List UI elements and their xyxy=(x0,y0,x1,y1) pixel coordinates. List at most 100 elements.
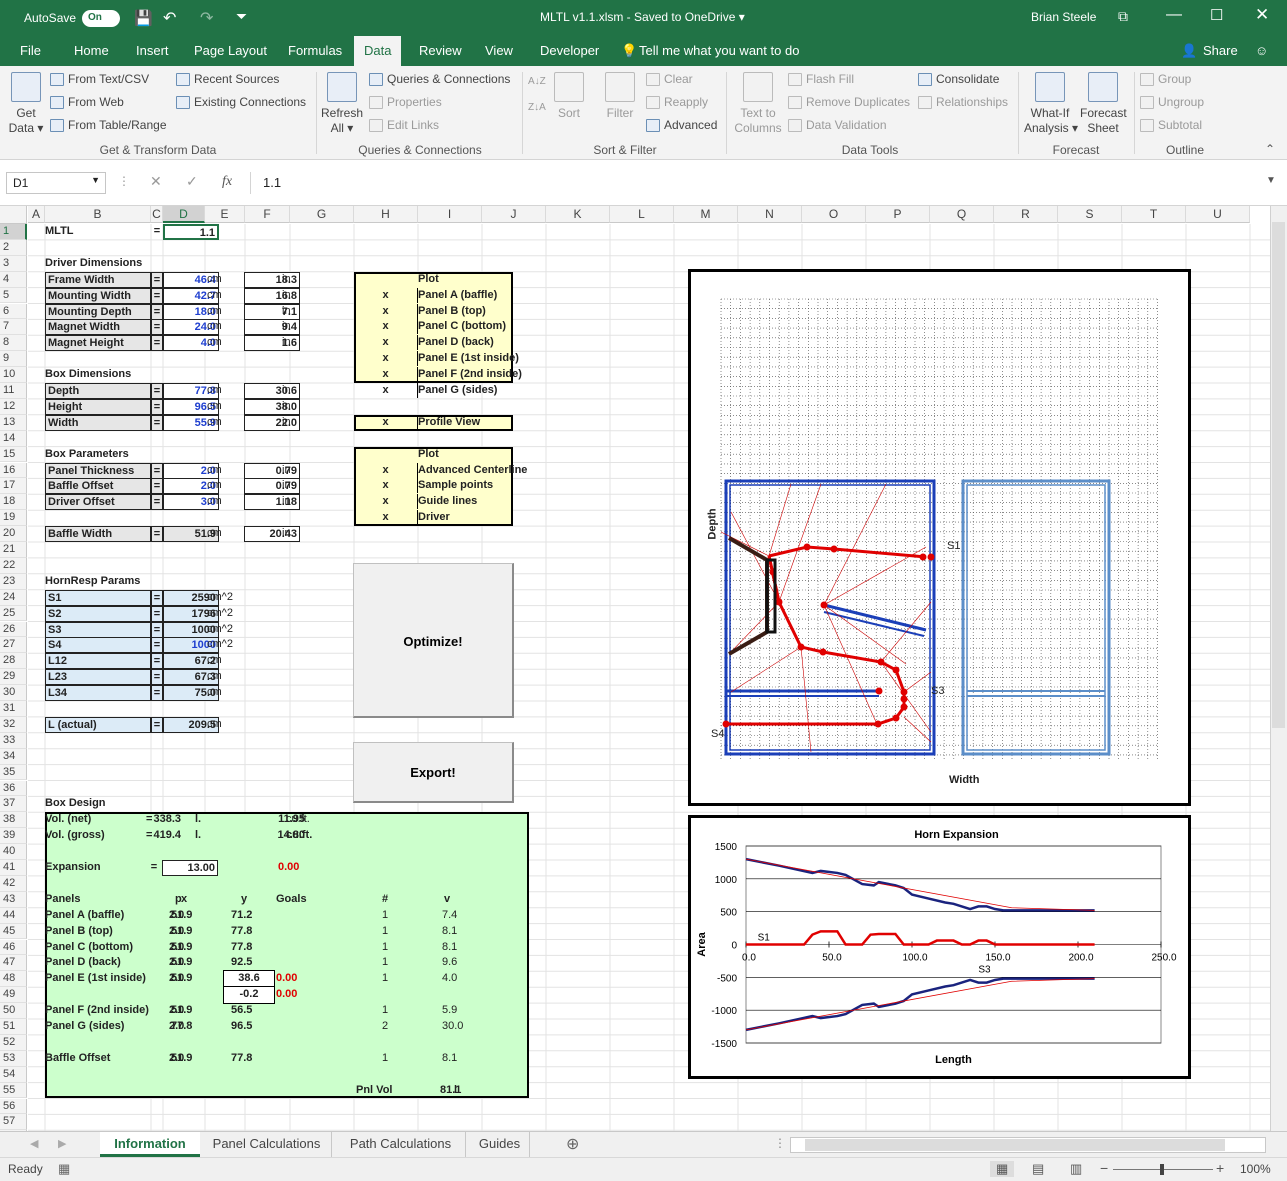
save-icon[interactable]: 💾 xyxy=(134,9,153,27)
tab-file[interactable]: File xyxy=(20,43,41,58)
row-header-30[interactable]: 30 xyxy=(0,685,27,701)
row-header-53[interactable]: 53 xyxy=(0,1050,27,1067)
page-layout-view-icon[interactable]: ▤ xyxy=(1032,1161,1044,1177)
row-header-9[interactable]: 9 xyxy=(0,351,27,368)
next-sheet-icon[interactable]: ▶ xyxy=(58,1137,66,1150)
row-header-24[interactable]: 24 xyxy=(0,589,27,606)
user-name[interactable]: Brian Steele xyxy=(1031,10,1096,24)
column-header-q[interactable]: Q xyxy=(930,206,994,223)
advanced-filter-button[interactable]: Advanced xyxy=(646,118,717,132)
column-header-a[interactable]: A xyxy=(28,206,45,223)
from-web-button[interactable]: From Web xyxy=(50,95,124,109)
row-header-51[interactable]: 51 xyxy=(0,1019,27,1035)
column-header-e[interactable]: E xyxy=(205,206,245,223)
recent-sources-button[interactable]: Recent Sources xyxy=(176,72,279,86)
data-validation-button[interactable]: Data Validation xyxy=(788,118,887,132)
expand-formula-icon[interactable]: ▼ xyxy=(1266,175,1276,186)
plot2-toggle-1[interactable]: x xyxy=(354,478,418,494)
row-header-5[interactable]: 5 xyxy=(0,287,27,304)
tab-view[interactable]: View xyxy=(485,43,513,58)
row-header-34[interactable]: 34 xyxy=(0,748,27,765)
row-header-46[interactable]: 46 xyxy=(0,939,27,956)
row-header-25[interactable]: 25 xyxy=(0,605,27,622)
formula-input[interactable]: 1.1 xyxy=(250,172,1280,194)
plot-toggle-4[interactable]: x xyxy=(354,351,418,367)
relationships-button[interactable]: Relationships xyxy=(918,95,1008,109)
row-header-37[interactable]: 37 xyxy=(0,796,27,813)
column-header-r[interactable]: R xyxy=(994,206,1058,223)
column-header-u[interactable]: U xyxy=(1186,206,1250,223)
row-header-49[interactable]: 49 xyxy=(0,987,27,1004)
queries-connections-button[interactable]: Queries & Connections xyxy=(369,72,510,86)
row-header-10[interactable]: 10 xyxy=(0,367,27,383)
zoom-in-icon[interactable]: + xyxy=(1216,1160,1224,1176)
plot-toggle-1[interactable]: x xyxy=(354,303,418,319)
row-header-40[interactable]: 40 xyxy=(0,844,27,860)
column-header-f[interactable]: F xyxy=(245,206,290,223)
row-header-32[interactable]: 32 xyxy=(0,716,27,733)
column-header-n[interactable]: N xyxy=(738,206,802,223)
row-header-4[interactable]: 4 xyxy=(0,271,27,288)
row-header-54[interactable]: 54 xyxy=(0,1066,27,1083)
row-header-48[interactable]: 48 xyxy=(0,971,27,988)
row-header-19[interactable]: 19 xyxy=(0,510,27,527)
row-header-20[interactable]: 20 xyxy=(0,526,27,542)
column-header-l[interactable]: L xyxy=(610,206,674,223)
close-icon[interactable]: ✕ xyxy=(1255,5,1269,25)
row-header-7[interactable]: 7 xyxy=(0,319,27,336)
get-data-button[interactable]: Get Data ▾ xyxy=(6,72,46,136)
plot2-toggle-3[interactable]: x xyxy=(354,510,418,526)
panel-e-y2[interactable]: -0.2 xyxy=(225,987,273,1002)
worksheet-grid[interactable]: ABCDEFGHIJKLMNOPQRSTU 1 2 3 4 5 6 7 8 9 10 11 12 13 1… xyxy=(0,206,1287,1131)
from-table-button[interactable]: From Table/Range xyxy=(50,118,167,132)
row-header-15[interactable]: 15 xyxy=(0,446,27,463)
plot2-toggle-0[interactable]: x xyxy=(354,462,418,478)
column-header-t[interactable]: T xyxy=(1122,206,1186,223)
ungroup-button[interactable]: Ungroup xyxy=(1140,95,1204,109)
row-header-42[interactable]: 42 xyxy=(0,875,27,892)
profile-chart[interactable]: Depth Width S1 S3 S4 xyxy=(688,269,1191,806)
flash-fill-button[interactable]: Flash Fill xyxy=(788,72,854,86)
column-header-k[interactable]: K xyxy=(546,206,610,223)
properties-button[interactable]: Properties xyxy=(369,95,442,109)
row-header-13[interactable]: 13 xyxy=(0,414,27,431)
row-header-27[interactable]: 27 xyxy=(0,637,27,654)
row-header-44[interactable]: 44 xyxy=(0,907,27,924)
refresh-all-button[interactable]: Refresh All ▾ xyxy=(320,72,364,136)
row-header-1[interactable]: 1 xyxy=(0,224,27,240)
row-header-35[interactable]: 35 xyxy=(0,764,27,781)
version-cell[interactable]: 1.1 xyxy=(163,224,219,240)
vertical-scroll-thumb[interactable] xyxy=(1272,222,1285,728)
row-header-56[interactable]: 56 xyxy=(0,1098,27,1115)
tab-page-layout[interactable]: Page Layout xyxy=(194,43,267,58)
row-header-28[interactable]: 28 xyxy=(0,653,27,670)
row-header-50[interactable]: 50 xyxy=(0,1003,27,1019)
zoom-slider-thumb[interactable] xyxy=(1160,1164,1164,1175)
row-header-38[interactable]: 38 xyxy=(0,812,27,829)
remove-duplicates-button[interactable]: Remove Duplicates xyxy=(788,95,910,109)
row-header-55[interactable]: 55 xyxy=(0,1082,27,1099)
text-to-columns-button[interactable]: Text to Columns xyxy=(733,72,783,136)
tab-home[interactable]: Home xyxy=(74,43,109,58)
row-header-21[interactable]: 21 xyxy=(0,542,27,558)
horn-expansion-chart[interactable]: Horn Expansion 1500 1000 500 0 -500 -1000 -1500… xyxy=(688,815,1191,1079)
name-box[interactable]: D1 ▼ xyxy=(6,172,106,194)
tab-split-icon[interactable]: ⋮ xyxy=(774,1136,786,1150)
prev-sheet-icon[interactable]: ◀ xyxy=(30,1137,38,1150)
row-header-47[interactable]: 47 xyxy=(0,955,27,972)
optimize-button[interactable]: Optimize! xyxy=(353,562,514,719)
row-header-18[interactable]: 18 xyxy=(0,494,27,511)
plot-toggle-6[interactable]: x xyxy=(354,383,418,398)
column-header-h[interactable]: H xyxy=(354,206,418,223)
row-header-43[interactable]: 43 xyxy=(0,891,27,908)
cancel-icon[interactable]: ✕ xyxy=(150,173,162,190)
plot-toggle-2[interactable]: x xyxy=(354,319,418,335)
column-header-g[interactable]: G xyxy=(290,206,354,223)
column-header-d[interactable]: D xyxy=(163,206,205,223)
export-button[interactable]: Export! xyxy=(353,742,514,803)
row-header-57[interactable]: 57 xyxy=(0,1114,27,1131)
tab-developer[interactable]: Developer xyxy=(540,43,599,58)
tab-data[interactable]: Data xyxy=(354,36,402,66)
sheet-tab-path-calculations[interactable]: Path Calculations xyxy=(336,1132,466,1157)
tab-review[interactable]: Review xyxy=(419,43,462,58)
